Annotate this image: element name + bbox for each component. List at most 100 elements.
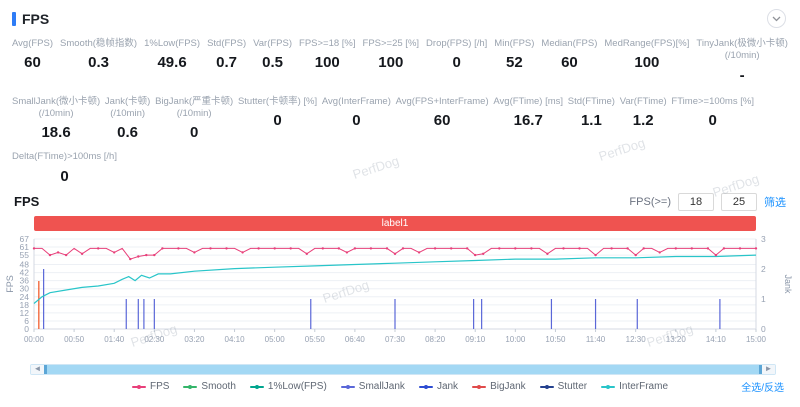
svg-text:13:20: 13:20 <box>666 335 687 344</box>
legend-line-icon <box>183 384 198 389</box>
legend-label: SmallJank <box>358 381 405 393</box>
legend-line-icon <box>601 384 616 389</box>
stat-label: Var(FTime) <box>619 95 667 107</box>
svg-text:01:40: 01:40 <box>104 335 125 344</box>
stat-value: 18.6 <box>41 124 71 142</box>
svg-text:00:50: 00:50 <box>64 335 85 344</box>
stat-label: Avg(FPS) <box>12 38 54 49</box>
stat-value: 100 <box>634 54 660 72</box>
stat-label: Median(FPS) <box>541 38 598 49</box>
stat-cell: Delta(FTime)>100ms [/h] 0 <box>12 151 117 184</box>
stat-value: 60 <box>24 54 41 72</box>
legend-dot-icon <box>188 384 193 389</box>
stat-label: Avg(InterFrame) <box>321 95 391 107</box>
stat-label: FTime>=100ms [%] <box>671 95 754 107</box>
stat-cell: Avg(FPS+InterFrame) 60 <box>396 96 489 129</box>
legend-item-jank[interactable]: Jank <box>418 381 458 392</box>
legend-dot-icon <box>345 384 350 389</box>
panel-title-wrap: FPS <box>12 11 49 27</box>
stat-cell: Median(FPS) 60 <box>541 38 597 71</box>
stat-value: - <box>739 66 745 84</box>
legend-line-icon <box>539 384 554 389</box>
stat-cell: Stutter(卡顿率) [%] 0 <box>238 96 317 129</box>
legend-item-interframe[interactable]: InterFrame <box>601 381 668 392</box>
legend-item-smooth[interactable]: Smooth <box>183 381 236 392</box>
legend-item-stutter[interactable]: Stutter <box>539 381 587 392</box>
stat-cell: Min(FPS) 52 <box>494 38 534 71</box>
legend-item-fps[interactable]: FPS <box>131 381 170 393</box>
chart-horizontal-scrollbar[interactable]: ◄ ► <box>30 363 776 375</box>
fps-threshold-input-low[interactable] <box>678 192 714 211</box>
legend-dot-icon <box>423 384 428 389</box>
stat-cell: Var(FTime) 1.2 <box>620 96 667 129</box>
stats-row-2: SmallJank(微小卡顿) (/10min) 18.6 Jank(卡顿) (/10m… <box>0 96 800 142</box>
stat-label: TinyJank(极微小卡顿) <box>696 38 788 49</box>
stat-cell: TinyJank(极微小卡顿) (/10min) - <box>696 38 788 84</box>
scrollbar-left-handle[interactable] <box>44 364 47 374</box>
stat-value: 1.2 <box>632 112 654 130</box>
svg-text:15:00: 15:00 <box>746 335 767 344</box>
scroll-right-button[interactable]: ► <box>762 364 775 374</box>
svg-text:1: 1 <box>761 294 766 304</box>
svg-text:FPS: FPS <box>6 275 15 293</box>
chevron-down-icon <box>772 16 781 21</box>
stat-value: 100 <box>378 54 404 72</box>
legend-label: FPS <box>149 381 170 393</box>
legend-item-1-low-fps-[interactable]: 1%Low(FPS) <box>249 381 327 392</box>
stats-row-3: Delta(FTime)>100ms [/h] 0 <box>0 151 800 184</box>
stat-cell: Std(FTime) 1.1 <box>568 96 615 129</box>
stat-value: 60 <box>561 54 578 72</box>
svg-text:14:10: 14:10 <box>706 335 727 344</box>
svg-text:09:10: 09:10 <box>465 335 486 344</box>
svg-text:12:30: 12:30 <box>626 335 647 344</box>
fps-chart[interactable]: 67 61 55 48 42 36 30 24 18 12 6 0 3 2 1 0 00:00 00:50 01:4… <box>6 233 800 363</box>
stat-cell: Var(FPS) 0.5 <box>253 38 292 71</box>
stat-value: 49.6 <box>157 54 187 72</box>
title-accent-bar <box>12 11 16 26</box>
stat-value: 0 <box>352 112 361 130</box>
stat-value: 100 <box>314 54 340 72</box>
legend-item-bigjank[interactable]: BigJank <box>472 381 526 392</box>
stat-value: 0 <box>708 112 717 130</box>
svg-text:08:20: 08:20 <box>425 335 446 344</box>
select-all-link[interactable]: 全选/反选 <box>741 379 784 394</box>
stat-cell: MedRange(FPS)[%] 100 <box>604 38 689 71</box>
chart-controls: FPS(>=) 筛选 <box>629 192 786 211</box>
stat-value: 1.1 <box>580 112 602 130</box>
svg-text:2: 2 <box>761 264 766 274</box>
stat-value: 0.3 <box>88 54 109 72</box>
stat-label: BigJank(严重卡顿) <box>155 95 234 107</box>
stat-cell: Smooth(稳帧指数) 0.3 <box>60 38 137 71</box>
svg-text:00:00: 00:00 <box>24 335 45 344</box>
svg-text:04:10: 04:10 <box>225 335 246 344</box>
svg-text:06:40: 06:40 <box>345 335 366 344</box>
scrollbar-right-handle[interactable] <box>759 364 762 374</box>
scrollbar-range[interactable] <box>44 364 762 374</box>
svg-text:10:50: 10:50 <box>545 335 566 344</box>
svg-text:05:00: 05:00 <box>265 335 286 344</box>
legend-line-icon <box>249 384 264 389</box>
stat-label: FPS>=25 [%] <box>362 38 420 49</box>
scroll-left-button[interactable]: ◄ <box>31 364 44 374</box>
stat-cell: Drop(FPS) [/h] 0 <box>426 38 487 71</box>
stat-cell: Std(FPS) 0.7 <box>207 38 246 71</box>
panel-header: FPS <box>0 0 800 30</box>
svg-text:Jank: Jank <box>783 274 793 294</box>
filter-link[interactable]: 筛选 <box>764 194 786 210</box>
svg-text:0: 0 <box>24 324 29 334</box>
stat-label: Smooth(稳帧指数) <box>60 38 138 49</box>
svg-text:07:30: 07:30 <box>385 335 406 344</box>
legend-dot-icon <box>544 384 549 389</box>
legend-dot-icon <box>136 384 141 389</box>
stat-label: Avg(FPS+InterFrame) <box>395 95 489 107</box>
legend-line-icon <box>131 384 146 389</box>
legend-item-smalljank[interactable]: SmallJank <box>340 381 405 393</box>
stat-cell: BigJank(严重卡顿) (/10min) 0 <box>155 96 233 142</box>
fps-threshold-input-high[interactable] <box>721 192 757 211</box>
collapse-panel-button[interactable] <box>767 9 786 28</box>
stat-label: FPS>=18 [%] <box>299 38 356 49</box>
stat-value: 0 <box>60 167 69 185</box>
stat-label: Avg(FTime) [ms] <box>493 95 564 107</box>
fps-chart-canvas[interactable]: 6761554842363024181260321000:00 00:50 01:4… <box>6 233 794 363</box>
stat-cell: SmallJank(微小卡顿) (/10min) 18.6 <box>12 96 100 142</box>
